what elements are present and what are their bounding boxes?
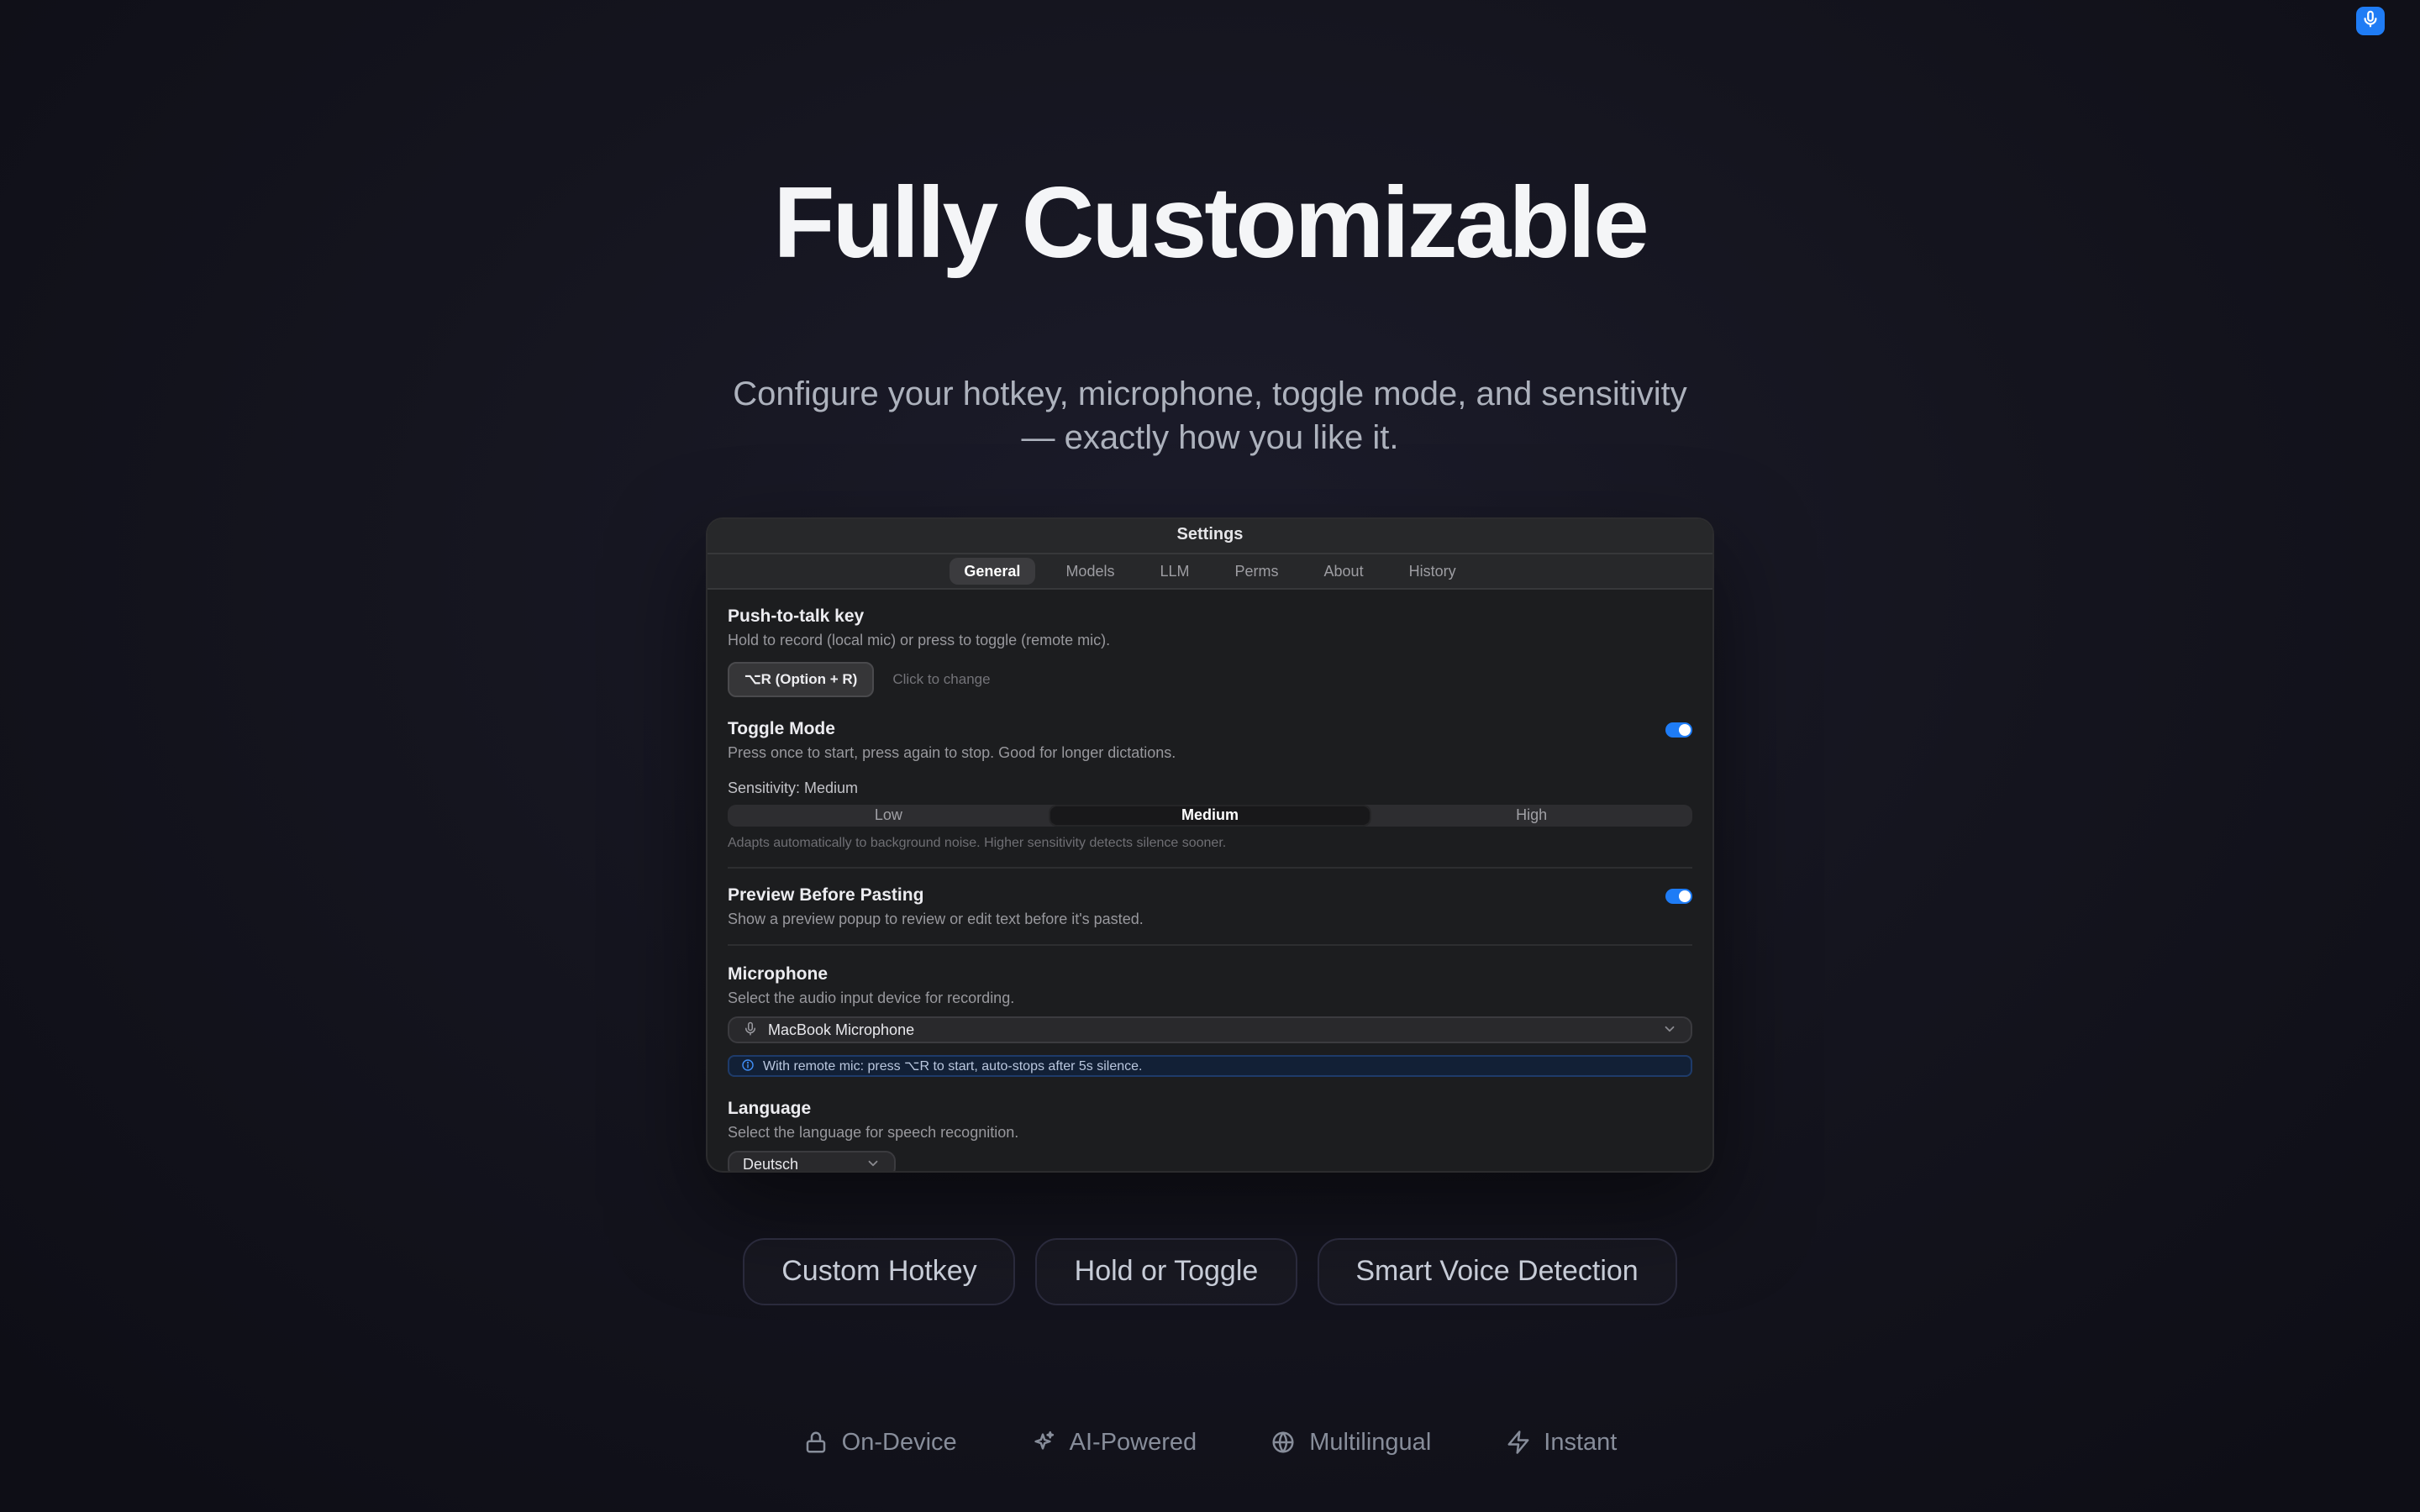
subtitle-line-2: — exactly how you like it.: [0, 417, 2420, 462]
sparkles-icon: [1031, 1431, 1056, 1456]
tab-about[interactable]: About: [1309, 558, 1379, 585]
tab-history[interactable]: History: [1394, 558, 1471, 585]
badge-label: Multilingual: [1309, 1430, 1431, 1457]
page: Fully Customizable Configure your hotkey…: [0, 0, 2420, 1512]
preview-switch[interactable]: [1665, 889, 1692, 905]
toggle-mode-switch[interactable]: [1665, 722, 1692, 738]
pill-custom-hotkey[interactable]: Custom Hotkey: [743, 1238, 1015, 1305]
chevron-down-icon: [865, 1149, 881, 1173]
switch-knob: [1678, 724, 1691, 737]
sensitivity-option-medium[interactable]: Medium: [1050, 805, 1371, 827]
badge-instant: Instant: [1505, 1430, 1617, 1457]
microphone-icon: [743, 1015, 758, 1045]
sensitivity-section: Sensitivity: Medium Low Medium High Adap…: [728, 780, 1692, 850]
badge-multilingual: Multilingual: [1270, 1430, 1431, 1457]
hero-section: Fully Customizable Configure your hotkey…: [0, 0, 2420, 462]
pill-hold-or-toggle[interactable]: Hold or Toggle: [1036, 1238, 1297, 1305]
sensitivity-label: Sensitivity: Medium: [728, 780, 1692, 796]
language-selected-value: Deutsch: [743, 1156, 798, 1173]
lock-icon: [803, 1431, 829, 1456]
microphone-section: Microphone Select the audio input device…: [728, 964, 1692, 1077]
preview-label: Preview Before Pasting: [728, 885, 1144, 906]
sensitivity-option-high[interactable]: High: [1370, 805, 1692, 827]
preview-before-pasting-section: Preview Before Pasting Show a preview po…: [728, 885, 1692, 927]
badge-label: AI-Powered: [1070, 1430, 1197, 1457]
footer-badges: On-Device AI-Powered Multilingual: [0, 1430, 2420, 1457]
push-to-talk-section: Push-to-talk key Hold to record (local m…: [728, 606, 1692, 697]
microphone-icon: [2361, 6, 2380, 36]
divider: [728, 867, 1692, 869]
toggle-mode-label: Toggle Mode: [728, 719, 1176, 739]
sensitivity-option-low[interactable]: Low: [728, 805, 1050, 827]
subtitle-line-1: Configure your hotkey, microphone, toggl…: [0, 373, 2420, 417]
settings-content: Push-to-talk key Hold to record (local m…: [708, 590, 1712, 1173]
microphone-select[interactable]: MacBook Microphone: [728, 1016, 1692, 1043]
hotkey-button[interactable]: ⌥R (Option + R): [728, 662, 874, 697]
settings-titlebar: Settings: [708, 519, 1712, 554]
divider: [728, 944, 1692, 946]
hotkey-change-hint: Click to change: [892, 671, 990, 688]
remote-mic-info-banner: With remote mic: press ⌥R to start, auto…: [728, 1055, 1692, 1077]
remote-mic-info-text: With remote mic: press ⌥R to start, auto…: [763, 1058, 1143, 1074]
tab-llm[interactable]: LLM: [1144, 558, 1204, 585]
chevron-down-icon: [1662, 1015, 1677, 1045]
settings-tabbar: General Models LLM Perms About History: [708, 554, 1712, 590]
toggle-mode-description: Press once to start, press again to stop…: [728, 744, 1176, 761]
preview-description: Show a preview popup to review or edit t…: [728, 911, 1144, 927]
page-title: Fully Customizable: [0, 168, 2420, 279]
push-to-talk-key-row: ⌥R (Option + R) Click to change: [728, 662, 1692, 697]
zap-icon: [1505, 1431, 1530, 1456]
push-to-talk-description: Hold to record (local mic) or press to t…: [728, 632, 1692, 648]
switch-knob: [1678, 890, 1691, 903]
badge-ai-powered: AI-Powered: [1031, 1430, 1197, 1457]
microphone-description: Select the audio input device for record…: [728, 990, 1692, 1006]
globe-icon: [1270, 1431, 1296, 1456]
badge-on-device: On-Device: [803, 1430, 957, 1457]
badge-label: On-Device: [842, 1430, 957, 1457]
tab-models[interactable]: Models: [1050, 558, 1129, 585]
menubar-mic-button[interactable]: [2356, 7, 2385, 35]
sensitivity-segmented-control: Low Medium High: [728, 805, 1692, 827]
page-subtitle: Configure your hotkey, microphone, toggl…: [0, 373, 2420, 462]
tab-general[interactable]: General: [949, 558, 1035, 585]
tab-perms[interactable]: Perms: [1220, 558, 1294, 585]
feature-pills: Custom Hotkey Hold or Toggle Smart Voice…: [0, 1238, 2420, 1305]
pill-smart-voice-detection[interactable]: Smart Voice Detection: [1317, 1238, 1676, 1305]
language-label: Language: [728, 1099, 1692, 1119]
toggle-mode-section: Toggle Mode Press once to start, press a…: [728, 719, 1692, 761]
microphone-label: Microphone: [728, 964, 1692, 984]
preview-text: Preview Before Pasting Show a preview po…: [728, 885, 1144, 927]
info-icon: [741, 1051, 755, 1081]
toggle-mode-text: Toggle Mode Press once to start, press a…: [728, 719, 1176, 761]
badge-label: Instant: [1544, 1430, 1617, 1457]
settings-window: Settings General Models LLM Perms About …: [706, 517, 1714, 1173]
language-section: Language Select the language for speech …: [728, 1099, 1692, 1173]
push-to-talk-label: Push-to-talk key: [728, 606, 1692, 627]
sensitivity-note: Adapts automatically to background noise…: [728, 835, 1692, 850]
microphone-selected-device: MacBook Microphone: [768, 1021, 1652, 1038]
language-description: Select the language for speech recogniti…: [728, 1124, 1692, 1141]
language-select[interactable]: Deutsch: [728, 1151, 896, 1173]
settings-window-title: Settings: [1177, 527, 1244, 545]
